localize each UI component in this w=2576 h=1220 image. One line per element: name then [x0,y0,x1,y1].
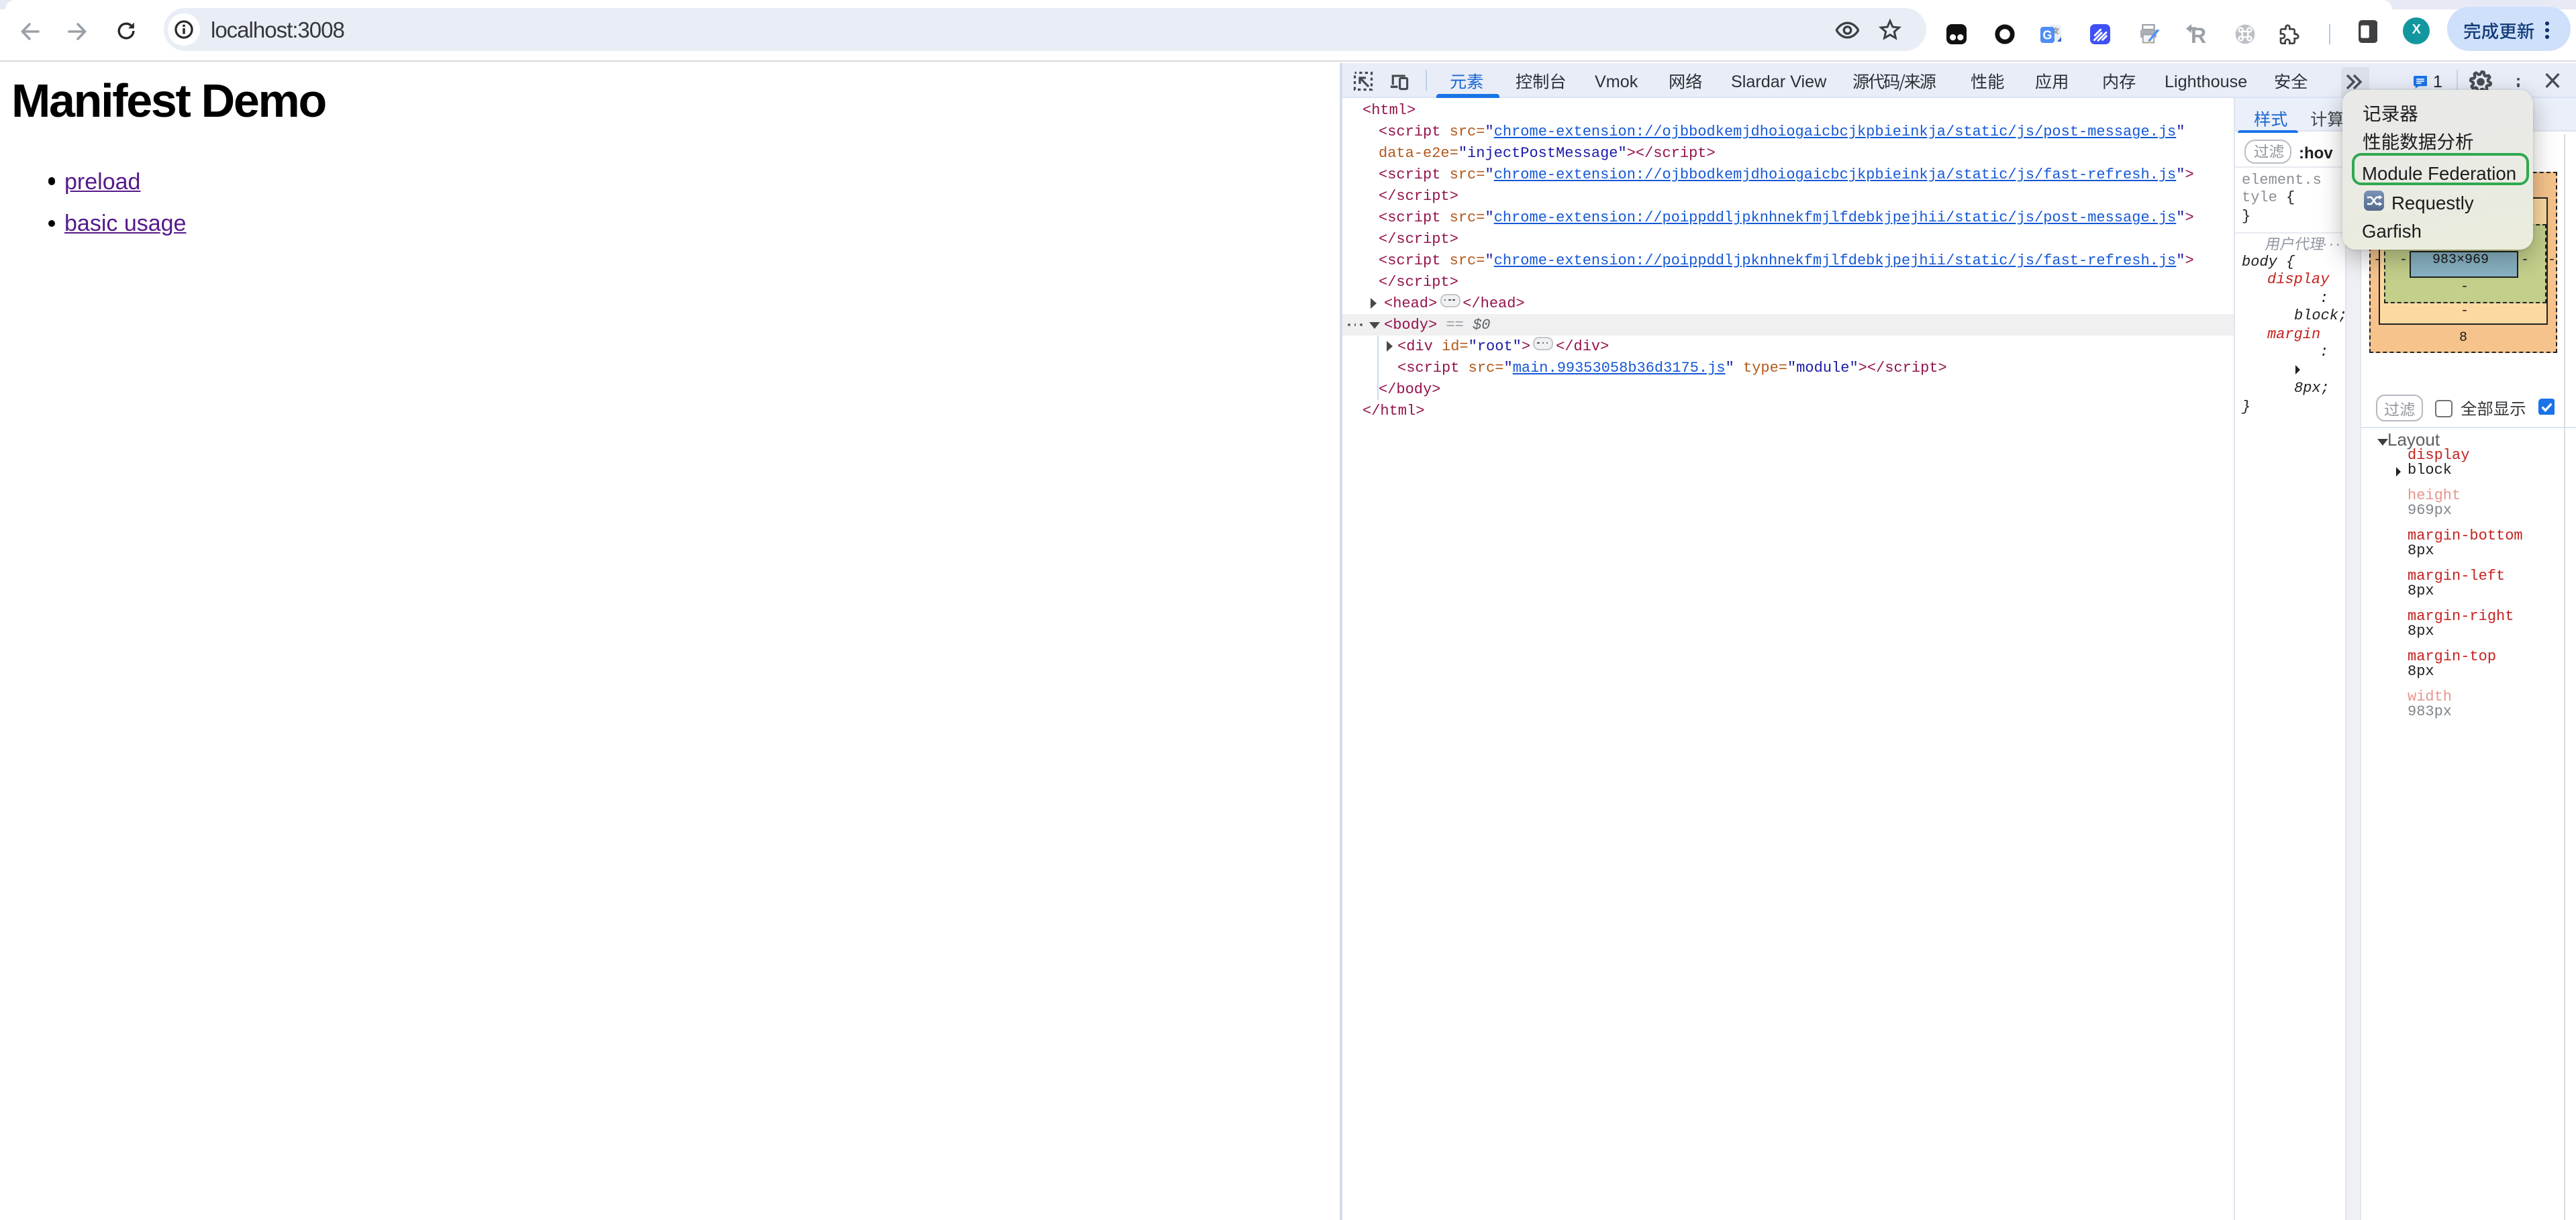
svg-text:G: G [2042,28,2052,42]
svg-text:R: R [2191,23,2206,46]
